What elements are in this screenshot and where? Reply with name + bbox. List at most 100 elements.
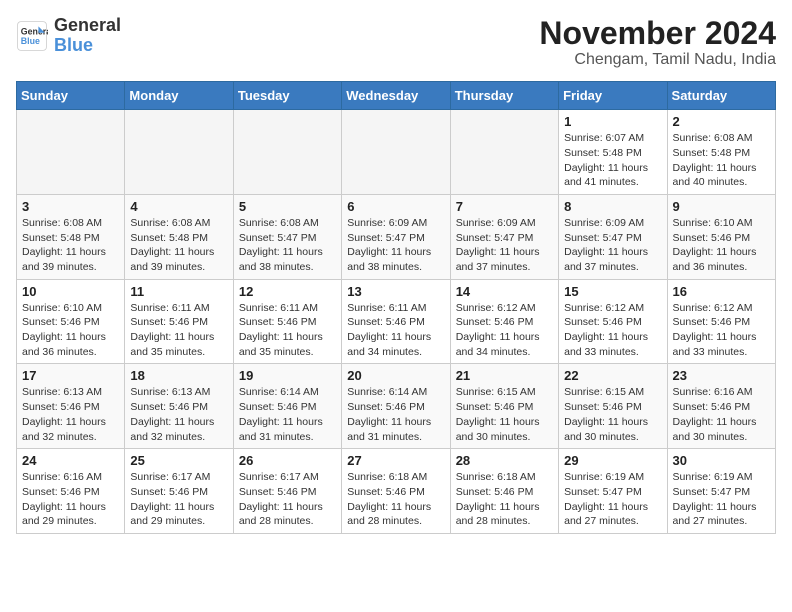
day-info: Sunrise: 6:08 AM Sunset: 5:48 PM Dayligh… (22, 216, 119, 275)
day-info: Sunrise: 6:19 AM Sunset: 5:47 PM Dayligh… (673, 470, 770, 529)
logo-line2: Blue (54, 35, 93, 55)
day-info: Sunrise: 6:16 AM Sunset: 5:46 PM Dayligh… (673, 385, 770, 444)
calendar-cell: 23Sunrise: 6:16 AM Sunset: 5:46 PM Dayli… (667, 364, 775, 449)
svg-text:General: General (21, 26, 48, 36)
calendar-week-5: 24Sunrise: 6:16 AM Sunset: 5:46 PM Dayli… (17, 449, 776, 534)
calendar-cell: 12 Sunrise: 6:11 AM Sunset: 5:46 PM Dayli… (233, 279, 341, 364)
calendar-cell: 18 Sunrise: 6:13 AM Sunset: 5:46 PM Dayli… (125, 364, 233, 449)
calendar-cell (233, 110, 341, 195)
day-info: Sunrise: 6:09 AM Sunset: 5:47 PM Dayligh… (347, 216, 444, 275)
day-number: 9 (673, 199, 770, 214)
location-subtitle: Chengam, Tamil Nadu, India (539, 51, 776, 69)
calendar-cell: 20 Sunrise: 6:14 AM Sunset: 5:46 PM Dayli… (342, 364, 450, 449)
day-info: Sunrise: 6:18 AM Sunset: 5:46 PM Dayligh… (456, 470, 553, 529)
calendar-cell: 25 Sunrise: 6:17 AM Sunset: 5:46 PM Dayli… (125, 449, 233, 534)
day-info: Sunrise: 6:12 AM Sunset: 5:46 PM Dayligh… (456, 301, 553, 360)
day-number: 17 (22, 368, 119, 383)
calendar-week-1: 1Sunrise: 6:07 AM Sunset: 5:48 PM Daylig… (17, 110, 776, 195)
day-info: Sunrise: 6:11 AM Sunset: 5:46 PM Dayligh… (239, 301, 336, 360)
day-info: Sunrise: 6:19 AM Sunset: 5:47 PM Dayligh… (564, 470, 661, 529)
calendar-week-2: 3Sunrise: 6:08 AM Sunset: 5:48 PM Daylig… (17, 194, 776, 279)
calendar-cell: 28 Sunrise: 6:18 AM Sunset: 5:46 PM Dayli… (450, 449, 558, 534)
day-number: 15 (564, 284, 661, 299)
calendar-week-3: 10Sunrise: 6:10 AM Sunset: 5:46 PM Dayli… (17, 279, 776, 364)
calendar-cell: 10Sunrise: 6:10 AM Sunset: 5:46 PM Dayli… (17, 279, 125, 364)
calendar-cell: 24Sunrise: 6:16 AM Sunset: 5:46 PM Dayli… (17, 449, 125, 534)
day-number: 26 (239, 453, 336, 468)
day-number: 16 (673, 284, 770, 299)
weekday-thursday: Thursday (450, 82, 558, 110)
day-info: Sunrise: 6:17 AM Sunset: 5:46 PM Dayligh… (130, 470, 227, 529)
day-info: Sunrise: 6:08 AM Sunset: 5:47 PM Dayligh… (239, 216, 336, 275)
day-info: Sunrise: 6:15 AM Sunset: 5:46 PM Dayligh… (456, 385, 553, 444)
day-info: Sunrise: 6:15 AM Sunset: 5:46 PM Dayligh… (564, 385, 661, 444)
calendar-cell (125, 110, 233, 195)
day-number: 29 (564, 453, 661, 468)
calendar-cell: 14 Sunrise: 6:12 AM Sunset: 5:46 PM Dayli… (450, 279, 558, 364)
weekday-monday: Monday (125, 82, 233, 110)
calendar-cell: 8 Sunrise: 6:09 AM Sunset: 5:47 PM Daylig… (559, 194, 667, 279)
weekday-sunday: Sunday (17, 82, 125, 110)
day-info: Sunrise: 6:13 AM Sunset: 5:46 PM Dayligh… (130, 385, 227, 444)
logo-text: General Blue (54, 16, 121, 56)
day-number: 28 (456, 453, 553, 468)
calendar-cell: 13Sunrise: 6:11 AM Sunset: 5:46 PM Dayli… (342, 279, 450, 364)
svg-text:Blue: Blue (21, 36, 40, 46)
day-info: Sunrise: 6:14 AM Sunset: 5:46 PM Dayligh… (347, 385, 444, 444)
day-info: Sunrise: 6:10 AM Sunset: 5:46 PM Dayligh… (673, 216, 770, 275)
day-number: 4 (130, 199, 227, 214)
day-info: Sunrise: 6:08 AM Sunset: 5:48 PM Dayligh… (130, 216, 227, 275)
weekday-header-row: SundayMondayTuesdayWednesdayThursdayFrid… (17, 82, 776, 110)
day-info: Sunrise: 6:09 AM Sunset: 5:47 PM Dayligh… (564, 216, 661, 275)
calendar-cell: 16 Sunrise: 6:12 AM Sunset: 5:46 PM Dayli… (667, 279, 775, 364)
calendar-cell: 27Sunrise: 6:18 AM Sunset: 5:46 PM Dayli… (342, 449, 450, 534)
calendar-cell: 1Sunrise: 6:07 AM Sunset: 5:48 PM Daylig… (559, 110, 667, 195)
day-info: Sunrise: 6:12 AM Sunset: 5:46 PM Dayligh… (564, 301, 661, 360)
weekday-tuesday: Tuesday (233, 82, 341, 110)
day-info: Sunrise: 6:11 AM Sunset: 5:46 PM Dayligh… (347, 301, 444, 360)
day-number: 10 (22, 284, 119, 299)
day-info: Sunrise: 6:08 AM Sunset: 5:48 PM Dayligh… (673, 131, 770, 190)
calendar-cell: 29 Sunrise: 6:19 AM Sunset: 5:47 PM Dayli… (559, 449, 667, 534)
day-number: 7 (456, 199, 553, 214)
day-number: 8 (564, 199, 661, 214)
logo: General Blue General Blue (16, 16, 121, 56)
calendar-cell: 3Sunrise: 6:08 AM Sunset: 5:48 PM Daylig… (17, 194, 125, 279)
calendar-cell: 2 Sunrise: 6:08 AM Sunset: 5:48 PM Daylig… (667, 110, 775, 195)
page-header: General Blue General Blue November 2024 … (16, 16, 776, 69)
calendar-cell: 15 Sunrise: 6:12 AM Sunset: 5:46 PM Dayli… (559, 279, 667, 364)
calendar-cell: 21 Sunrise: 6:15 AM Sunset: 5:46 PM Dayli… (450, 364, 558, 449)
day-number: 18 (130, 368, 227, 383)
logo-line1: General (54, 16, 121, 36)
calendar-cell: 6Sunrise: 6:09 AM Sunset: 5:47 PM Daylig… (342, 194, 450, 279)
day-number: 24 (22, 453, 119, 468)
calendar-cell (342, 110, 450, 195)
title-block: November 2024 Chengam, Tamil Nadu, India (539, 16, 776, 69)
day-number: 12 (239, 284, 336, 299)
calendar-cell: 5 Sunrise: 6:08 AM Sunset: 5:47 PM Daylig… (233, 194, 341, 279)
day-number: 20 (347, 368, 444, 383)
day-number: 30 (673, 453, 770, 468)
weekday-friday: Friday (559, 82, 667, 110)
weekday-saturday: Saturday (667, 82, 775, 110)
day-number: 14 (456, 284, 553, 299)
day-info: Sunrise: 6:14 AM Sunset: 5:46 PM Dayligh… (239, 385, 336, 444)
logo-icon: General Blue (16, 20, 48, 52)
calendar-cell: 26 Sunrise: 6:17 AM Sunset: 5:46 PM Dayli… (233, 449, 341, 534)
day-number: 2 (673, 114, 770, 129)
day-number: 5 (239, 199, 336, 214)
calendar-cell: 19 Sunrise: 6:14 AM Sunset: 5:46 PM Dayli… (233, 364, 341, 449)
day-info: Sunrise: 6:17 AM Sunset: 5:46 PM Dayligh… (239, 470, 336, 529)
calendar-cell: 17 Sunrise: 6:13 AM Sunset: 5:46 PM Dayli… (17, 364, 125, 449)
month-title: November 2024 (539, 16, 776, 51)
day-number: 21 (456, 368, 553, 383)
calendar-table: SundayMondayTuesdayWednesdayThursdayFrid… (16, 81, 776, 534)
day-info: Sunrise: 6:12 AM Sunset: 5:46 PM Dayligh… (673, 301, 770, 360)
day-number: 25 (130, 453, 227, 468)
calendar-cell (450, 110, 558, 195)
calendar-week-4: 17 Sunrise: 6:13 AM Sunset: 5:46 PM Dayli… (17, 364, 776, 449)
calendar-cell (17, 110, 125, 195)
day-number: 19 (239, 368, 336, 383)
day-info: Sunrise: 6:07 AM Sunset: 5:48 PM Dayligh… (564, 131, 661, 190)
day-info: Sunrise: 6:13 AM Sunset: 5:46 PM Dayligh… (22, 385, 119, 444)
